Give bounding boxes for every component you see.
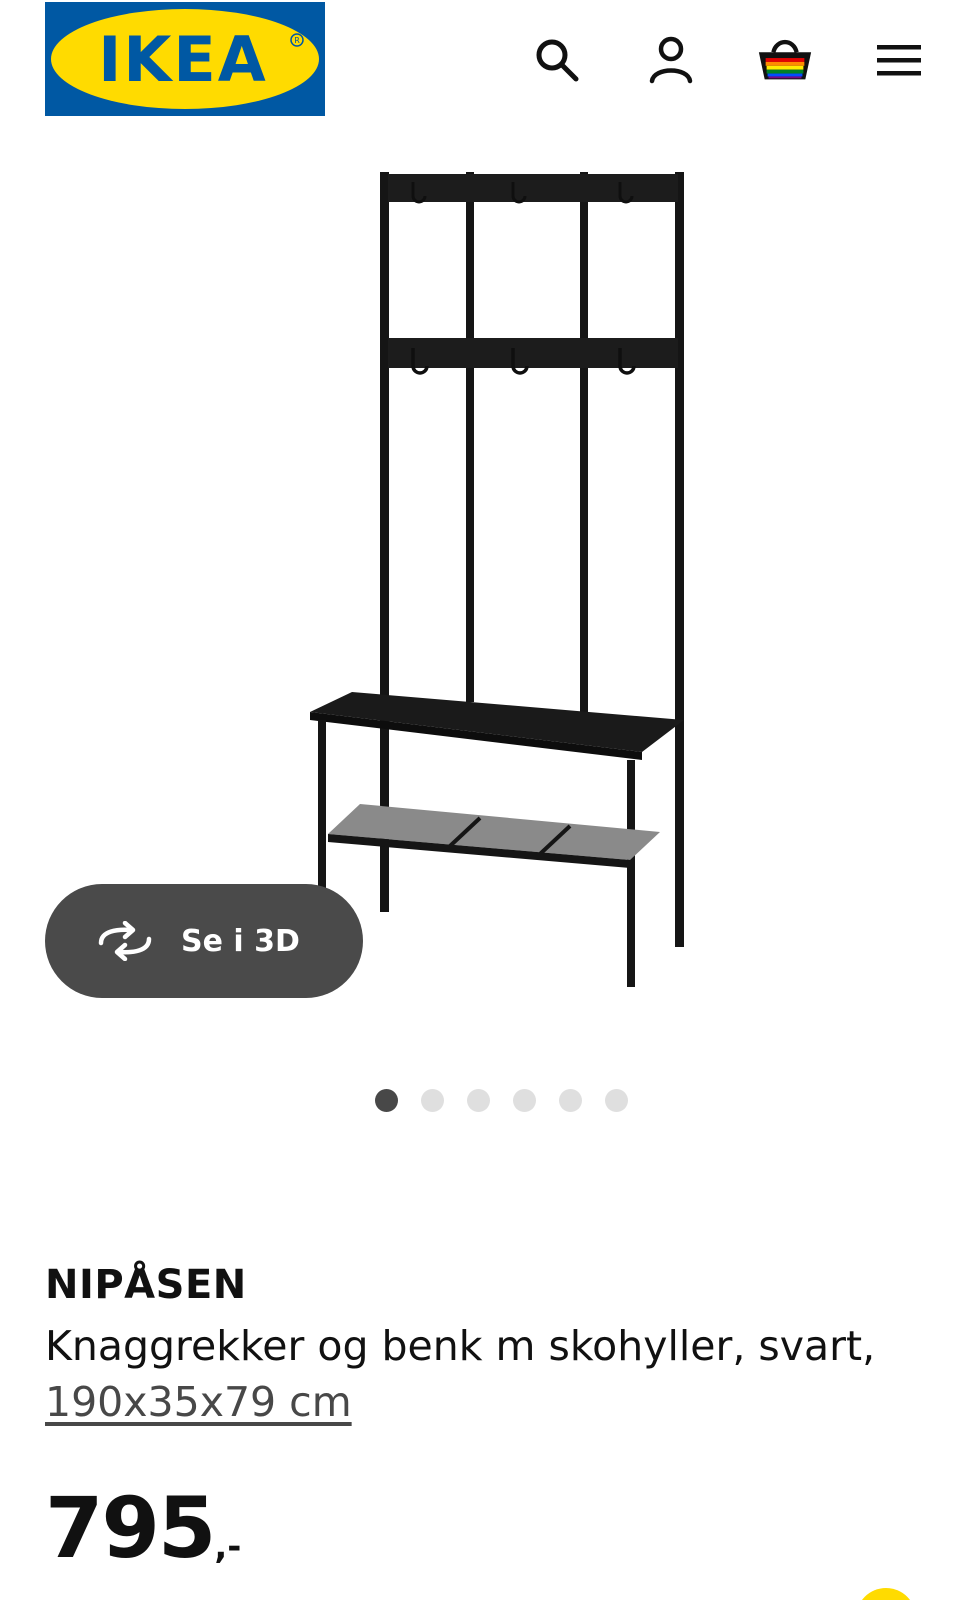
menu-button[interactable]: [869, 30, 929, 90]
ikea-logo-graphic: IKEA R: [45, 2, 325, 116]
user-icon: [649, 36, 693, 84]
gallery-pagination: [375, 1089, 628, 1112]
basket-button[interactable]: [755, 30, 815, 90]
ikea-logo[interactable]: IKEA R: [45, 2, 325, 116]
svg-text:R: R: [294, 36, 300, 45]
gallery-dot[interactable]: [421, 1089, 444, 1112]
product-description: Knaggrekker og benk m skohyller, svart,: [45, 1322, 876, 1370]
view-3d-button[interactable]: Se i 3D: [45, 884, 363, 998]
search-button[interactable]: [527, 30, 587, 90]
account-button[interactable]: [641, 30, 701, 90]
price-suffix: ,-: [214, 1527, 242, 1567]
floating-action-button[interactable]: [856, 1588, 916, 1600]
logo-text: IKEA: [98, 23, 267, 96]
price-amount: 795: [45, 1479, 216, 1577]
view-3d-label: Se i 3D: [181, 923, 300, 959]
gallery-dot[interactable]: [467, 1089, 490, 1112]
basket-icon: [758, 39, 812, 80]
gallery-dot[interactable]: [513, 1089, 536, 1112]
site-header: IKEA R: [0, 0, 960, 130]
product-price: 795 ,-: [45, 1478, 241, 1578]
search-icon: [536, 39, 579, 82]
product-gallery[interactable]: Se i 3D: [0, 172, 960, 1042]
product-name: NIPÅSEN: [45, 1262, 247, 1308]
product-size-link[interactable]: 190x35x79 cm: [45, 1374, 352, 1430]
menu-icon: [877, 45, 921, 76]
gallery-dot[interactable]: [605, 1089, 628, 1112]
gallery-dot[interactable]: [375, 1089, 398, 1112]
gallery-dot[interactable]: [559, 1089, 582, 1112]
rotate-3d-icon: [98, 921, 152, 961]
